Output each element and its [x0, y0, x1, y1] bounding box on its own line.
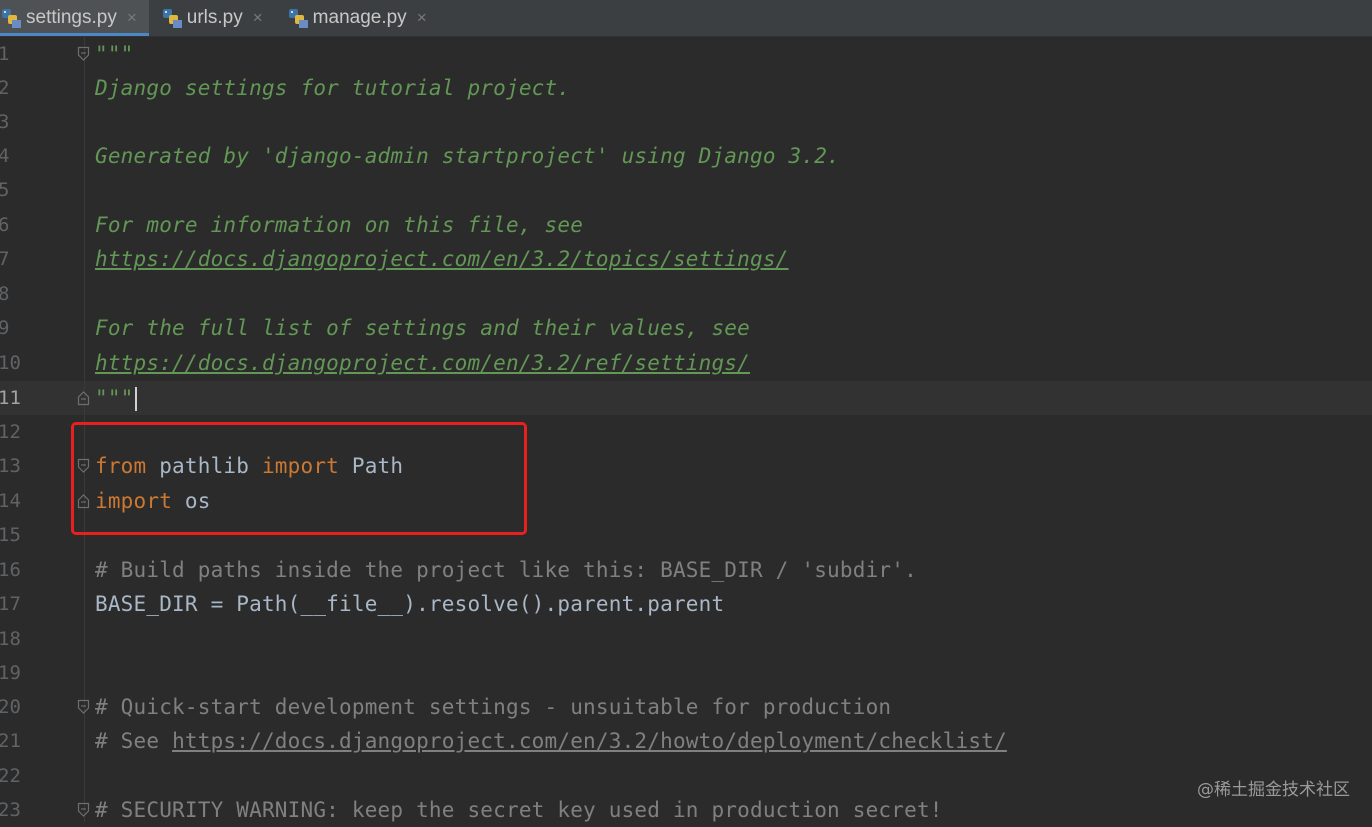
fold-open-icon[interactable] [77, 802, 90, 818]
code-line: 19 [0, 656, 1372, 690]
docstring: """ [95, 42, 134, 66]
comment: # Build paths inside the project like th… [95, 558, 917, 582]
python-file-icon [0, 7, 22, 29]
line-number: 5 [0, 179, 10, 201]
docstring: Generated by 'django-admin startproject'… [95, 144, 840, 168]
line-number: 13 [0, 455, 21, 477]
tab-settings-py[interactable]: settings.py × [0, 0, 149, 36]
fold-close-icon[interactable] [77, 390, 90, 406]
code-line: 8 [0, 277, 1372, 311]
text-caret [134, 387, 137, 411]
line-number: 14 [0, 490, 21, 512]
code-line: 10 https://docs.djangoproject.com/en/3.2… [0, 346, 1372, 380]
line-number: 15 [0, 524, 21, 546]
line-number: 2 [0, 77, 10, 99]
line-number: 21 [0, 730, 21, 752]
line-number: 22 [0, 765, 21, 787]
editor-tab-bar: settings.py × urls.py × manage.py × [0, 0, 1372, 37]
python-file-icon [287, 7, 309, 29]
fold-open-icon[interactable] [77, 699, 90, 715]
line-number: 9 [0, 317, 10, 339]
code-line: 6 For more information on this file, see [0, 208, 1372, 242]
close-icon[interactable]: × [417, 8, 427, 28]
checklist-link[interactable]: https://docs.djangoproject.com/en/3.2/ho… [172, 729, 1007, 753]
line-number: 7 [0, 248, 10, 270]
tab-label: urls.py [186, 7, 243, 28]
code-line: 16 # Build paths inside the project like… [0, 553, 1372, 587]
code-line: 17 BASE_DIR = Path(__file__).resolve().p… [0, 587, 1372, 621]
line-number: 17 [0, 593, 21, 615]
line-number: 18 [0, 628, 21, 650]
line-number: 1 [0, 43, 10, 65]
line-number: 3 [0, 111, 10, 133]
tab-urls-py[interactable]: urls.py × [148, 0, 275, 36]
docstring: """ [95, 386, 134, 410]
watermark: @稀土掘金技术社区 [1197, 780, 1350, 800]
code-text: """ [95, 381, 137, 415]
comment-prefix: # See [95, 729, 173, 753]
highlight-annotation-box [71, 422, 527, 535]
line-number: 20 [0, 696, 21, 718]
python-file-icon [161, 7, 183, 29]
code-line: 21 # See https://docs.djangoproject.com/… [0, 724, 1372, 758]
line-number: 6 [0, 214, 10, 236]
code-line: 4 Generated by 'django-admin startprojec… [0, 139, 1372, 173]
code-line: 18 [0, 622, 1372, 656]
code-line: 9 For the full list of settings and thei… [0, 311, 1372, 345]
code-line: 7 https://docs.djangoproject.com/en/3.2/… [0, 242, 1372, 276]
line-number: 10 [0, 352, 21, 374]
tab-label: settings.py [26, 7, 117, 28]
comment: # See https://docs.djangoproject.com/en/… [95, 724, 1007, 758]
code-line: 11 """ [0, 381, 1372, 415]
tab-manage-py[interactable]: manage.py × [274, 0, 439, 36]
close-icon[interactable]: × [253, 8, 263, 28]
comment: # Quick-start development settings - uns… [95, 695, 892, 719]
tab-label: manage.py [312, 7, 407, 28]
code-editor[interactable]: 1 """ 2 Django settings for tutorial pro… [0, 37, 1372, 822]
docstring: Django settings for tutorial project. [95, 76, 571, 100]
code-line: 22 [0, 759, 1372, 793]
line-number: 16 [0, 559, 21, 581]
fold-open-icon[interactable] [77, 46, 90, 62]
line-number: 4 [0, 145, 10, 167]
docs-link[interactable]: https://docs.djangoproject.com/en/3.2/to… [95, 242, 789, 276]
close-icon[interactable]: × [127, 8, 137, 28]
line-number: 19 [0, 662, 21, 684]
code-line: 2 Django settings for tutorial project. [0, 71, 1372, 105]
line-number: 12 [0, 421, 21, 443]
docstring: For the full list of settings and their … [95, 316, 750, 340]
code-line: 3 [0, 105, 1372, 139]
docs-link[interactable]: https://docs.djangoproject.com/en/3.2/re… [95, 346, 750, 380]
line-number: 8 [0, 283, 10, 305]
code-line: 1 """ [0, 37, 1372, 71]
code-line: 5 [0, 173, 1372, 207]
code-line: 20 # Quick-start development settings - … [0, 690, 1372, 724]
line-number: 11 [0, 387, 21, 409]
docstring: For more information on this file, see [95, 213, 584, 237]
code-text: BASE_DIR = Path(__file__).resolve().pare… [95, 592, 725, 616]
